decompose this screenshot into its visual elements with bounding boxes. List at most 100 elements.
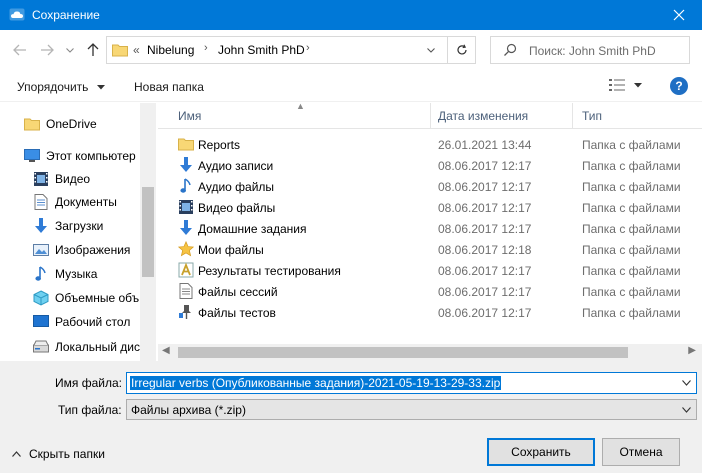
navigation-bar: « Nibelung › John Smith PhD › Поиск: Joh… [0, 30, 702, 70]
address-bar[interactable]: « Nibelung › John Smith PhD › [106, 36, 476, 64]
hide-folders-toggle[interactable]: Скрыть папки [12, 447, 105, 461]
search-box[interactable]: Поиск: John Smith PhD [490, 36, 690, 64]
cancel-button[interactable]: Отмена [602, 438, 680, 466]
back-button[interactable] [10, 40, 30, 60]
organize-menu[interactable]: Упорядочить [17, 80, 105, 94]
3d-objects-icon [33, 290, 49, 306]
breadcrumb-nibelung[interactable]: Nibelung [147, 43, 194, 57]
video-icon [33, 171, 49, 187]
scrollbar-thumb[interactable] [178, 347, 628, 358]
search-icon [504, 43, 517, 56]
up-button[interactable] [83, 40, 103, 60]
folder-icon [112, 44, 128, 57]
filename-history-dropdown[interactable] [678, 375, 694, 391]
sidebar-item-label: Объемные объ [55, 291, 140, 305]
pictures-icon [33, 242, 49, 258]
file-row[interactable]: Файлы сессий 08.06.2017 12:17 Папка с фа… [158, 281, 702, 302]
recent-locations-button[interactable] [60, 40, 80, 60]
address-overflow-chevron[interactable]: « [133, 43, 140, 57]
column-header-name[interactable]: Имя [178, 109, 201, 123]
breadcrumb-john-smith-phd[interactable]: John Smith PhD [218, 43, 305, 57]
sidebar-item-music[interactable]: Музыка [33, 263, 156, 285]
save-form: Имя файла: Irregular verbs (Опубликованн… [0, 361, 702, 473]
file-row[interactable]: Мои файлы 08.06.2017 12:18 Папка с файла… [158, 239, 702, 260]
search-placeholder: Поиск: John Smith PhD [529, 44, 656, 58]
close-button[interactable] [656, 0, 702, 30]
chevron-down-icon [634, 83, 643, 88]
sidebar-item-documents[interactable]: Документы [33, 191, 156, 213]
sidebar-scrollbar[interactable] [140, 103, 156, 361]
local-disk-icon [33, 339, 49, 355]
filetype-dropdown[interactable] [678, 402, 694, 418]
filetype-select[interactable]: Файлы архива (*.zip) [126, 399, 697, 420]
forward-button[interactable] [37, 40, 57, 60]
sidebar-item-label: Музыка [55, 267, 98, 281]
chevron-up-icon [12, 451, 21, 457]
sidebar-item-local-disk[interactable]: Локальный дис [33, 336, 156, 358]
breadcrumb-separator[interactable]: › [204, 42, 208, 54]
window-title: Сохранение [32, 8, 100, 22]
file-date: 08.06.2017 12:17 [438, 159, 532, 173]
onedrive-folder-icon [24, 116, 40, 132]
file-name: Файлы тестов [198, 306, 276, 320]
sidebar-item-label: Этот компьютер [46, 149, 136, 163]
sidebar-item-pictures[interactable]: Изображения [33, 239, 156, 261]
organize-label: Упорядочить [17, 80, 89, 94]
sidebar-item-onedrive[interactable]: OneDrive [24, 113, 156, 135]
sidebar-item-video[interactable]: Видео [33, 168, 156, 190]
cloud-icon [9, 8, 25, 21]
sidebar-item-label: OneDrive [46, 117, 97, 131]
sidebar-item-3d-objects[interactable]: Объемные объ [33, 287, 156, 309]
document-folder-icon [178, 283, 194, 299]
column-header-type[interactable]: Тип [582, 109, 602, 123]
downloads-icon [33, 218, 49, 234]
save-button[interactable]: Сохранить [487, 438, 595, 466]
sidebar-item-desktop[interactable]: Рабочий стол [33, 311, 156, 333]
filename-label: Имя файла: [55, 376, 122, 390]
file-date: 08.06.2017 12:17 [438, 201, 532, 215]
file-type: Папка с файлами [582, 285, 681, 299]
new-folder-button[interactable]: Новая папка [134, 80, 204, 94]
sort-ascending-icon: ▲ [296, 103, 305, 111]
file-row[interactable]: Reports 26.01.2021 13:44 Папка с файлами [158, 134, 702, 155]
file-row[interactable]: Файлы тестов 08.06.2017 12:17 Папка с фа… [158, 302, 702, 323]
file-row[interactable]: Аудио файлы 08.06.2017 12:17 Папка с фай… [158, 176, 702, 197]
sidebar-item-downloads[interactable]: Загрузки [33, 215, 156, 237]
column-divider[interactable] [430, 103, 431, 129]
file-row[interactable]: Аудио записи 08.06.2017 12:17 Папка с фа… [158, 155, 702, 176]
help-button[interactable]: ? [670, 77, 688, 95]
folder-icon [178, 136, 194, 152]
file-row[interactable]: Домашние задания 08.06.2017 12:17 Папка … [158, 218, 702, 239]
file-date: 08.06.2017 12:17 [438, 306, 532, 320]
file-row[interactable]: Результаты тестирования 08.06.2017 12:17… [158, 260, 702, 281]
chevron-down-icon [66, 47, 74, 53]
file-date: 08.06.2017 12:17 [438, 222, 532, 236]
refresh-button[interactable] [447, 37, 475, 63]
filetype-value: Файлы архива (*.zip) [131, 403, 246, 417]
column-header-date[interactable]: Дата изменения [438, 109, 528, 123]
filename-value[interactable]: Irregular verbs (Опубликованные задания)… [130, 376, 502, 390]
file-type: Папка с файлами [582, 243, 681, 257]
downloads-folder-icon [178, 220, 194, 236]
sidebar-item-this-pc[interactable]: Этот компьютер [24, 145, 156, 167]
file-row[interactable]: Видео файлы 08.06.2017 12:17 Папка с фай… [158, 197, 702, 218]
scroll-right-icon[interactable]: ▶ [688, 345, 696, 356]
address-history-dropdown[interactable] [421, 37, 441, 63]
scroll-left-icon[interactable]: ◀ [162, 345, 170, 356]
file-type: Папка с файлами [582, 222, 681, 236]
file-name: Мои файлы [198, 243, 264, 257]
sidebar-item-label: Изображения [55, 243, 131, 257]
view-options-button[interactable] [609, 78, 643, 95]
scrollbar-thumb[interactable] [142, 187, 154, 277]
arrow-left-icon [13, 44, 26, 56]
file-name: Файлы сессий [198, 285, 278, 299]
file-type: Папка с файлами [582, 264, 681, 278]
column-divider[interactable] [572, 103, 573, 129]
file-date: 08.06.2017 12:18 [438, 243, 532, 257]
file-name: Reports [198, 138, 241, 152]
file-list-horizontal-scrollbar[interactable]: ◀ ▶ [158, 344, 702, 361]
results-folder-icon [178, 262, 194, 278]
hide-folders-label: Скрыть папки [29, 447, 105, 461]
filename-input[interactable]: Irregular verbs (Опубликованные задания)… [126, 372, 697, 394]
breadcrumb-separator[interactable]: › [306, 42, 310, 54]
